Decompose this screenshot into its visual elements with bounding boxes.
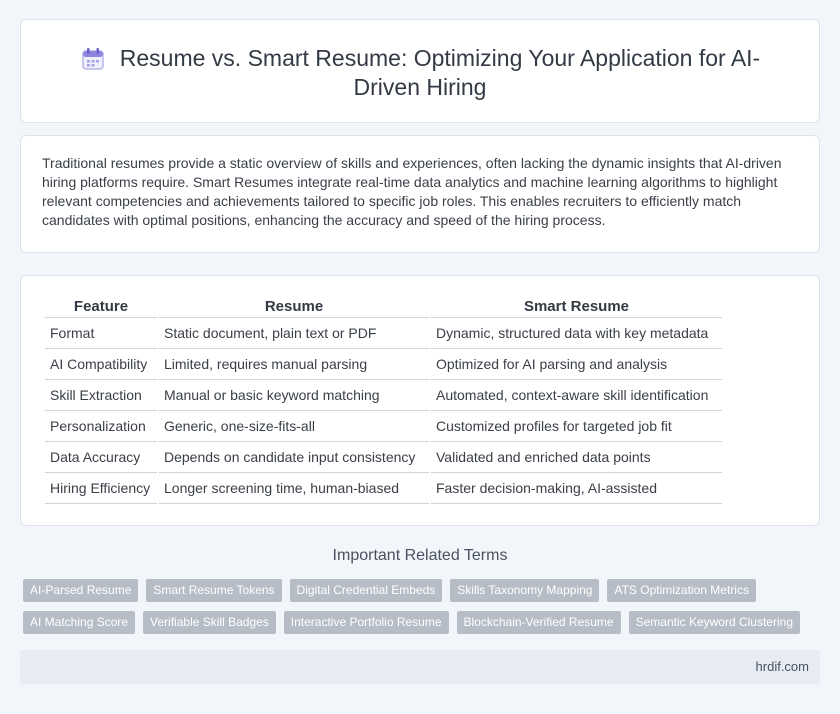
smart-resume-cell: Optimized for AI parsing and analysis: [431, 349, 722, 380]
resume-cell: Manual or basic keyword matching: [159, 380, 429, 411]
tag-row: AI Matching Score Verifiable Skill Badge…: [23, 611, 823, 634]
footer-site-link[interactable]: hrdif.com: [756, 659, 809, 674]
page-title: Resume vs. Smart Resume: Optimizing Your…: [119, 45, 761, 100]
table-row: Hiring Efficiency Longer screening time,…: [45, 473, 722, 504]
related-term-tag[interactable]: Skills Taxonomy Mapping: [450, 579, 600, 602]
calendar-icon: [82, 48, 104, 70]
related-term-tag[interactable]: Semantic Keyword Clustering: [628, 611, 800, 634]
related-term-tag[interactable]: AI-Parsed Resume: [23, 579, 139, 602]
smart-resume-cell: Faster decision-making, AI-assisted: [431, 473, 722, 504]
title-row: Resume vs. Smart Resume: Optimizing Your…: [21, 44, 819, 102]
title-card: Resume vs. Smart Resume: Optimizing Your…: [20, 19, 820, 123]
header-resume: Resume: [159, 296, 429, 318]
related-term-tag[interactable]: ATS Optimization Metrics: [607, 579, 756, 602]
smart-resume-cell: Dynamic, structured data with key metada…: [431, 318, 722, 349]
resume-cell: Longer screening time, human-biased: [159, 473, 429, 504]
intro-card: Traditional resumes provide a static ove…: [20, 135, 820, 253]
footer-bar: hrdif.com: [20, 650, 820, 684]
related-terms-heading: Important Related Terms: [332, 547, 508, 564]
feature-cell: Hiring Efficiency: [45, 473, 157, 504]
related-term-tag[interactable]: Smart Resume Tokens: [146, 579, 282, 602]
resume-cell: Static document, plain text or PDF: [159, 318, 429, 349]
feature-cell: Skill Extraction: [45, 380, 157, 411]
feature-cell: Data Accuracy: [45, 442, 157, 473]
smart-resume-cell: Automated, context-aware skill identific…: [431, 380, 722, 411]
table-header-row: Feature Resume Smart Resume: [45, 296, 722, 318]
related-term-tag[interactable]: AI Matching Score: [23, 611, 136, 634]
smart-resume-cell: Customized profiles for targeted job fit: [431, 411, 722, 442]
feature-cell: AI Compatibility: [45, 349, 157, 380]
table-row: Format Static document, plain text or PD…: [45, 318, 722, 349]
related-term-tag[interactable]: Interactive Portfolio Resume: [283, 611, 449, 634]
table-row: Personalization Generic, one-size-fits-a…: [45, 411, 722, 442]
related-term-tag[interactable]: Verifiable Skill Badges: [143, 611, 276, 634]
resume-cell: Generic, one-size-fits-all: [159, 411, 429, 442]
feature-cell: Format: [45, 318, 157, 349]
tag-row: AI-Parsed Resume Smart Resume Tokens Dig…: [23, 579, 823, 602]
related-term-tag[interactable]: Digital Credential Embeds: [289, 579, 443, 602]
comparison-table: Feature Resume Smart Resume Format Stati…: [43, 296, 724, 504]
feature-cell: Personalization: [45, 411, 157, 442]
header-feature: Feature: [45, 296, 157, 318]
comparison-card: Feature Resume Smart Resume Format Stati…: [20, 275, 820, 526]
table-row: Data Accuracy Depends on candidate input…: [45, 442, 722, 473]
header-smart-resume: Smart Resume: [431, 296, 722, 318]
table-row: AI Compatibility Limited, requires manua…: [45, 349, 722, 380]
related-term-tag[interactable]: Blockchain-Verified Resume: [456, 611, 621, 634]
intro-paragraph: Traditional resumes provide a static ove…: [42, 155, 782, 228]
resume-cell: Limited, requires manual parsing: [159, 349, 429, 380]
smart-resume-cell: Validated and enriched data points: [431, 442, 722, 473]
related-terms-list: AI-Parsed Resume Smart Resume Tokens Dig…: [23, 579, 823, 643]
resume-cell: Depends on candidate input consistency: [159, 442, 429, 473]
table-row: Skill Extraction Manual or basic keyword…: [45, 380, 722, 411]
